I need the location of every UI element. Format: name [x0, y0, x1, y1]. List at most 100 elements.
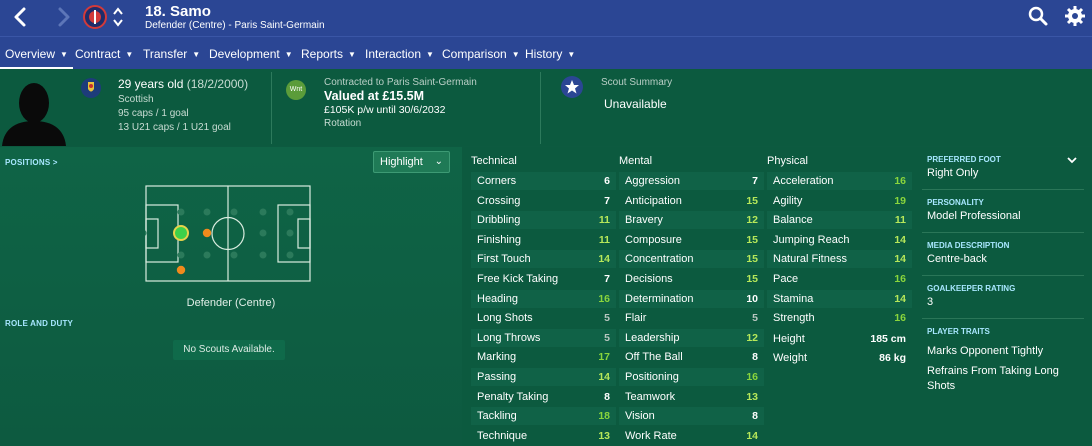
preferred-foot-label: PREFERRED FOOT — [927, 155, 1001, 164]
goalkeeper-rating-label: GOALKEEPER RATING — [927, 284, 1016, 293]
media-description: Centre-back — [927, 253, 987, 265]
attribute-row: Positioning 16 — [619, 368, 764, 386]
attribute-name: Flair — [625, 312, 647, 325]
attribute-value: 8 — [752, 410, 758, 423]
attribute-row: Long Shots 5 — [471, 309, 616, 327]
tab-overview[interactable]: Overview ▼ — [0, 37, 73, 70]
chevron-down-icon: ▼ — [125, 50, 134, 59]
attribute-value: 15 — [746, 253, 758, 266]
attribute-value: 5 — [752, 312, 758, 325]
tab-comparison[interactable]: Comparison ▼ — [442, 37, 520, 70]
personality: Model Professional — [927, 210, 1021, 222]
attribute-row: Technique 13 — [471, 427, 616, 445]
tab-reports[interactable]: Reports ▼ — [301, 37, 356, 70]
attribute-row: Dribbling 11 — [471, 211, 616, 230]
tab-history[interactable]: History ▼ — [525, 37, 575, 70]
attribute-name: Marking — [477, 351, 517, 364]
attribute-value: 11 — [894, 214, 906, 227]
attribute-name: Long Throws — [477, 331, 541, 344]
attribute-value: 11 — [598, 214, 610, 227]
attribute-name: Work Rate — [625, 429, 677, 442]
contract-label: Contracted to Paris Saint-Germain — [324, 77, 477, 88]
scout-value: Unavailable — [604, 97, 667, 111]
attribute-value: 6 — [604, 175, 610, 187]
attribute-row: Off The Ball 8 — [619, 348, 764, 366]
divider — [922, 232, 1084, 233]
attribute-name: Bravery — [625, 214, 663, 227]
gear-icon[interactable] — [1064, 5, 1086, 27]
tab-contract[interactable]: Contract ▼ — [75, 37, 133, 70]
attribute-row: Stamina 14 — [767, 289, 912, 308]
attribute-value: 17 — [598, 351, 610, 364]
attribute-value: 15 — [746, 194, 758, 207]
attribute-row: Leadership 12 — [619, 328, 764, 347]
positions-title[interactable]: POSITIONS > — [5, 158, 58, 167]
tab-transfer[interactable]: Transfer ▼ — [143, 37, 200, 70]
attribute-value: 12 — [746, 214, 758, 227]
attribute-name: Acceleration — [773, 175, 834, 187]
attribute-value: 18 — [598, 410, 610, 423]
attribute-row: Composure 15 — [619, 231, 764, 249]
attribute-value: 7 — [604, 273, 610, 285]
attribute-value: 14 — [894, 233, 906, 246]
weight-label: Weight — [773, 352, 808, 364]
attribute-value: 15 — [746, 233, 758, 246]
tab-development[interactable]: Development ▼ — [209, 37, 293, 70]
club-badge-icon[interactable] — [83, 4, 107, 30]
player-value: Valued at £15.5M — [324, 89, 425, 103]
attribute-row: Balance 11 — [767, 211, 912, 230]
star-icon — [561, 76, 583, 98]
attribute-row: Corners 6 — [471, 172, 616, 190]
personality-label: PERSONALITY — [927, 198, 984, 207]
attribute-name: Composure — [625, 233, 682, 246]
physical-title: Physical — [767, 155, 808, 167]
height-label: Height — [773, 333, 805, 345]
wage: £105K p/w until 30/6/2032 — [324, 104, 446, 116]
weight-value: 86 kg — [879, 352, 906, 364]
scout-label: Scout Summary — [601, 77, 673, 88]
attribute-name: Determination — [625, 292, 694, 305]
attribute-name: Strength — [773, 312, 815, 325]
attribute-name: Tackling — [477, 410, 517, 423]
player-switch-icon[interactable] — [111, 4, 125, 30]
tab-label: Interaction — [365, 47, 422, 61]
chevron-down-icon: ▼ — [192, 50, 201, 59]
attribute-row: Jumping Reach 14 — [767, 231, 912, 249]
attribute-name: Finishing — [477, 233, 522, 246]
attribute-row: Work Rate 14 — [619, 427, 764, 445]
player-subtitle: Defender (Centre) - Paris Saint-Germain — [145, 20, 325, 31]
attribute-value: 13 — [746, 390, 758, 403]
attribute-value: 5 — [604, 312, 610, 325]
attribute-value: 12 — [746, 331, 758, 344]
position-caption: Defender (Centre) — [186, 297, 276, 309]
caps: 95 caps / 1 goal — [118, 108, 189, 119]
attribute-row: Bravery 12 — [619, 211, 764, 230]
weight-row: Weight 86 kg — [767, 349, 912, 367]
attribute-name: First Touch — [477, 253, 531, 266]
attribute-name: Penalty Taking — [477, 390, 549, 403]
highlight-dropdown[interactable]: Highlight ⌄ — [373, 151, 450, 173]
tab-interaction[interactable]: Interaction ▼ — [365, 37, 434, 70]
no-scouts-message: No Scouts Available. — [173, 340, 285, 360]
attribute-value: 14 — [894, 253, 906, 266]
back-icon[interactable] — [10, 5, 32, 29]
tab-label: Comparison — [442, 47, 507, 61]
attribute-row: Vision 8 — [619, 407, 764, 426]
squad-status: Rotation — [324, 118, 362, 129]
attribute-name: Pace — [773, 273, 799, 285]
attribute-name: Corners — [477, 175, 517, 187]
chevron-down-icon[interactable] — [1066, 153, 1078, 165]
trait-item: Refrains From Taking Long — [927, 365, 1059, 377]
preferred-foot: Right Only — [927, 167, 979, 179]
attribute-name: Off The Ball — [625, 351, 683, 364]
attribute-row: Crossing 7 — [471, 192, 616, 210]
attribute-name: Long Shots — [477, 312, 533, 325]
attribute-value: 14 — [598, 371, 610, 383]
attribute-name: Decisions — [625, 273, 673, 285]
forward-icon[interactable] — [52, 5, 74, 29]
attribute-value: 5 — [604, 331, 610, 344]
attribute-row: Heading 16 — [471, 289, 616, 308]
search-icon[interactable] — [1027, 5, 1049, 27]
tab-label: History — [525, 47, 563, 61]
tab-label: Transfer — [143, 47, 188, 61]
